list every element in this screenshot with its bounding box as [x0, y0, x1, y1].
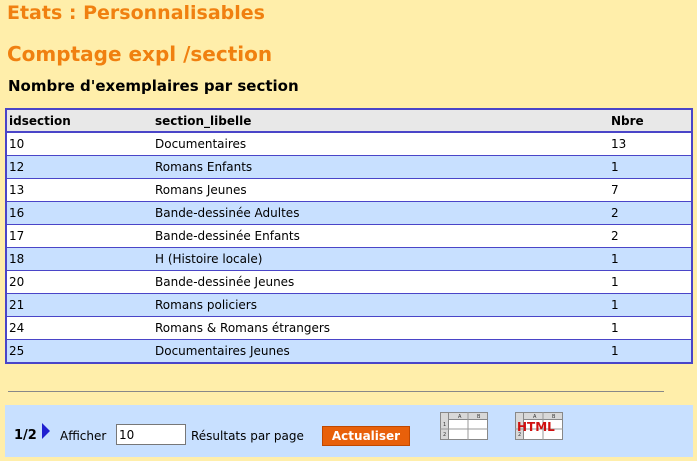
show-label: Afficher [60, 429, 107, 443]
spreadsheet-row-1: 1 [443, 422, 446, 428]
cell-idsection: 20 [7, 270, 153, 294]
cell-nbre: 7 [609, 178, 691, 202]
spreadsheet-row-2: 2 [443, 432, 446, 438]
report-title: Comptage expl /section [7, 42, 273, 66]
column-header-nbre: Nbre [609, 110, 691, 133]
table-row: 21 Romans policiers 1 [7, 293, 691, 317]
report-subtitle: Nombre d'exemplaires par section [8, 77, 299, 95]
cell-section-libelle: Bande-dessinée Adultes [153, 201, 609, 225]
cell-nbre: 2 [609, 224, 691, 248]
cell-nbre: 1 [609, 247, 691, 271]
pagination-bar: 1/2 Afficher Résultats par page Actualis… [5, 405, 693, 457]
cell-nbre: 1 [609, 155, 691, 179]
page-indicator: 1/2 [14, 428, 37, 443]
cell-section-libelle: Documentaires [153, 132, 609, 156]
cell-idsection: 12 [7, 155, 153, 179]
refresh-button[interactable]: Actualiser [322, 426, 410, 446]
next-page-arrow-icon[interactable] [42, 423, 50, 439]
table-row: 25 Documentaires Jeunes 1 [7, 339, 691, 362]
table-row: 20 Bande-dessinée Jeunes 1 [7, 270, 691, 294]
cell-nbre: 13 [609, 132, 691, 156]
cell-idsection: 10 [7, 132, 153, 156]
html-export-icon[interactable]: A B 2 HTML [515, 412, 563, 444]
cell-nbre: 2 [609, 201, 691, 225]
table-row: 12 Romans Enfants 1 [7, 155, 691, 179]
spreadsheet-col-a: A [458, 414, 462, 420]
table-row: 24 Romans & Romans étrangers 1 [7, 316, 691, 340]
table-row: 16 Bande-dessinée Adultes 2 [7, 201, 691, 225]
separator [8, 391, 664, 392]
column-header-section-libelle: section_libelle [153, 110, 609, 133]
spreadsheet-col-b: B [477, 414, 481, 420]
cell-idsection: 24 [7, 316, 153, 340]
cell-idsection: 18 [7, 247, 153, 271]
cell-section-libelle: Bande-dessinée Jeunes [153, 270, 609, 294]
cell-nbre: 1 [609, 316, 691, 340]
results-table: idsection section_libelle Nbre 10 Docume… [7, 110, 691, 362]
cell-section-libelle: Romans policiers [153, 293, 609, 317]
cell-section-libelle: Romans Enfants [153, 155, 609, 179]
spreadsheet-export-icon[interactable]: A B 1 2 [440, 412, 488, 444]
cell-nbre: 1 [609, 339, 691, 362]
page-title: Etats : Personnalisables [7, 2, 265, 24]
cell-nbre: 1 [609, 293, 691, 317]
cell-idsection: 16 [7, 201, 153, 225]
table-row: 13 Romans Jeunes 7 [7, 178, 691, 202]
results-table-container: idsection section_libelle Nbre 10 Docume… [5, 108, 693, 364]
cell-nbre: 1 [609, 270, 691, 294]
cell-section-libelle: Bande-dessinée Enfants [153, 224, 609, 248]
table-row: 17 Bande-dessinée Enfants 2 [7, 224, 691, 248]
table-header-row: idsection section_libelle Nbre [7, 110, 691, 133]
cell-section-libelle: Romans Jeunes [153, 178, 609, 202]
cell-idsection: 17 [7, 224, 153, 248]
results-per-page-label: Résultats par page [191, 429, 304, 443]
cell-idsection: 21 [7, 293, 153, 317]
cell-section-libelle: H (Histoire locale) [153, 247, 609, 271]
cell-idsection: 25 [7, 339, 153, 362]
table-row: 18 H (Histoire locale) 1 [7, 247, 691, 271]
cell-section-libelle: Romans & Romans étrangers [153, 316, 609, 340]
cell-idsection: 13 [7, 178, 153, 202]
column-header-idsection: idsection [7, 110, 153, 133]
table-row: 10 Documentaires 13 [7, 132, 691, 156]
per-page-input[interactable] [116, 424, 186, 445]
cell-section-libelle: Documentaires Jeunes [153, 339, 609, 362]
html-icon-label: HTML [517, 420, 555, 434]
